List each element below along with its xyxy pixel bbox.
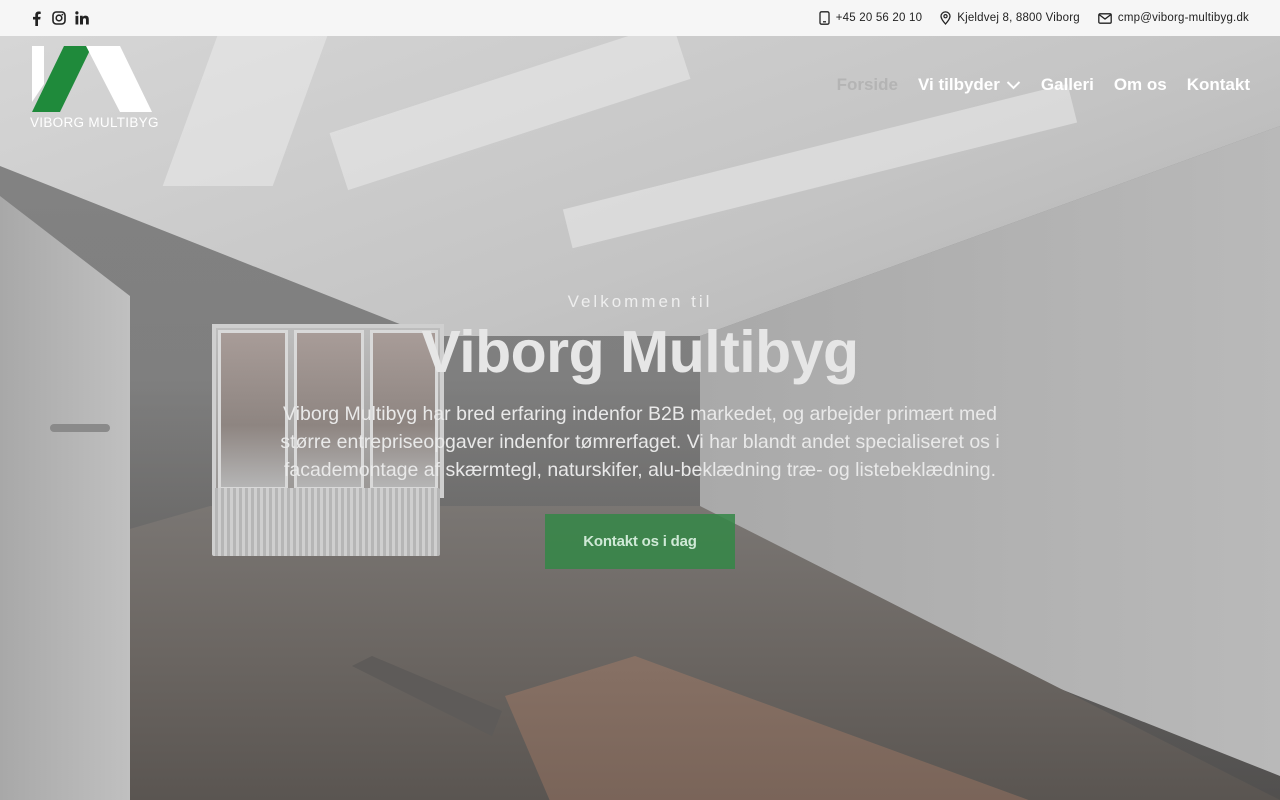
site-header: VIBORG MULTIBYG Forside Vi tilbyder Gall… — [0, 36, 1280, 136]
top-bar: +45 20 56 20 10 Kjeldvej 8, 8800 Viborg … — [0, 0, 1280, 36]
instagram-icon[interactable] — [52, 10, 66, 26]
linkedin-icon[interactable] — [75, 10, 89, 26]
chevron-down-icon — [1006, 81, 1021, 90]
address-text: Kjeldvej 8, 8800 Viborg — [957, 12, 1080, 24]
nav-item-forside[interactable]: Forside — [837, 75, 898, 95]
main-nav: Forside Vi tilbyder Galleri Om os Kontak… — [837, 75, 1250, 95]
map-pin-icon — [940, 11, 951, 25]
email-text: cmp@viborg-multibyg.dk — [1117, 12, 1249, 24]
hero-title: Viborg Multibyg — [421, 319, 859, 385]
email-contact[interactable]: cmp@viborg-multibyg.dk — [1098, 12, 1249, 24]
nav-item-om-os[interactable]: Om os — [1114, 75, 1167, 95]
phone-icon — [819, 11, 830, 25]
hero-content: Velkommen til Viborg Multibyg Viborg Mul… — [240, 292, 1040, 569]
phone-number: +45 20 56 20 10 — [835, 12, 923, 24]
phone-contact[interactable]: +45 20 56 20 10 — [819, 11, 922, 25]
address-contact[interactable]: Kjeldvej 8, 8800 Viborg — [940, 11, 1080, 25]
hero-description: Viborg Multibyg har bred erfaring indenf… — [280, 403, 1000, 481]
nav-item-kontakt[interactable]: Kontakt — [1187, 75, 1250, 95]
envelope-icon — [1098, 12, 1112, 24]
nav-item-galleri[interactable]: Galleri — [1041, 75, 1094, 95]
contact-cta-button[interactable]: Kontakt os i dag — [545, 514, 735, 569]
hero-kicker: Velkommen til — [567, 292, 713, 311]
hero-door — [0, 196, 130, 800]
logo-mark-icon — [32, 46, 152, 112]
facebook-icon[interactable] — [29, 10, 43, 26]
nav-item-vi-tilbyder[interactable]: Vi tilbyder — [918, 75, 1021, 95]
social-links — [29, 10, 89, 26]
nav-item-label: Vi tilbyder — [918, 75, 1000, 94]
site-logo[interactable]: VIBORG MULTIBYG — [30, 46, 159, 130]
contact-info: +45 20 56 20 10 Kjeldvej 8, 8800 Viborg … — [819, 11, 1249, 25]
door-handle — [50, 424, 110, 432]
logo-text: VIBORG MULTIBYG — [30, 115, 159, 130]
